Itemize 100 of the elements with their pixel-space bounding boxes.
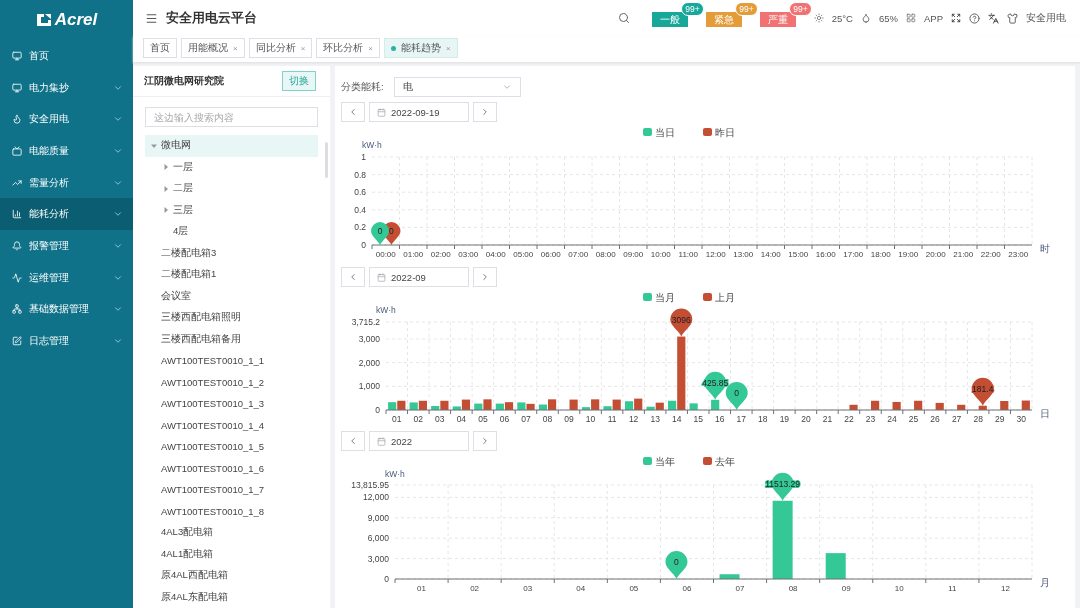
tree-item[interactable]: 三楼西配电箱备用: [145, 328, 318, 350]
tree-item[interactable]: AWT100TEST0010_1_1: [145, 350, 318, 372]
chevron-left-icon: [348, 436, 358, 446]
annotation: 0: [674, 556, 680, 567]
annotation: 0: [377, 226, 383, 237]
sidebar-item[interactable]: 运维管理: [0, 261, 133, 294]
axis-label: 23: [865, 414, 876, 424]
tree-item[interactable]: 4AL3配电箱: [145, 522, 318, 544]
sidebar-item[interactable]: 电力集抄: [0, 71, 133, 104]
sidebar-item[interactable]: 基础数据管理: [0, 293, 133, 326]
tree-item[interactable]: 会议室: [145, 285, 318, 307]
tree-item[interactable]: 二楼配电箱3: [145, 242, 318, 264]
shirt-icon[interactable]: [1007, 12, 1018, 24]
axis-label: 08:00: [595, 250, 616, 259]
search-icon[interactable]: [617, 12, 630, 24]
scrollbar[interactable]: [325, 142, 328, 178]
axis-label: 01: [417, 584, 426, 593]
calendar-icon: [377, 272, 386, 282]
value-pin: 181.4: [971, 377, 994, 406]
sidebar-item[interactable]: 安全用电: [0, 103, 133, 136]
app-link[interactable]: APP: [924, 12, 943, 24]
sidebar-item[interactable]: 日志管理: [0, 325, 133, 357]
axis-label: 10:00: [650, 250, 671, 259]
axis-label: 1: [361, 152, 366, 162]
axis-label: 03: [523, 584, 533, 593]
axis-label: 03: [435, 414, 445, 424]
date-field[interactable]: 2022-09: [369, 267, 469, 287]
sidebar-item[interactable]: 能耗分析: [0, 198, 133, 231]
page-tab[interactable]: 首页: [143, 38, 177, 58]
value-pin: 0: [665, 550, 688, 579]
axis-label: 06: [499, 414, 510, 424]
translate-icon[interactable]: [988, 12, 999, 24]
tree-item[interactable]: 二楼配电箱1: [145, 264, 318, 286]
tv-icon: [12, 145, 22, 156]
axis-label: 13: [650, 414, 660, 424]
axis-label: 6,000: [367, 533, 389, 544]
bar: [719, 574, 740, 579]
grid-icon[interactable]: [906, 13, 916, 23]
tree-item[interactable]: AWT100TEST0010_1_6: [145, 457, 318, 479]
axis-label: 20:00: [925, 250, 946, 259]
axis-label: 04: [576, 584, 586, 593]
tree-item[interactable]: 一层: [145, 156, 318, 178]
menu-icon[interactable]: [145, 11, 158, 25]
temperature-text: 25°C: [831, 12, 853, 24]
y-axis-unit: kW·h: [362, 140, 382, 150]
annotation: 3096: [671, 314, 692, 325]
tree-item[interactable]: 4层: [145, 221, 318, 243]
sidebar-item[interactable]: 首页: [0, 40, 133, 72]
tree-item[interactable]: 4AL1配电箱: [145, 543, 318, 565]
caret-right-icon: [162, 185, 169, 192]
drop-icon: [860, 13, 871, 23]
tree-item[interactable]: AWT100TEST0010_1_3: [145, 393, 318, 415]
tree-item[interactable]: AWT100TEST0010_1_8: [145, 500, 318, 522]
page-tab[interactable]: 环比分析 ×: [316, 38, 380, 58]
axis-label: 05: [478, 414, 488, 424]
sidebar-item[interactable]: 需量分析: [0, 166, 133, 199]
sidebar-item[interactable]: 报警管理: [0, 230, 133, 262]
user-name[interactable]: 安全用电: [1026, 11, 1066, 25]
axis-label: 19: [779, 414, 790, 424]
page-tab[interactable]: 用能概况 ×: [181, 38, 245, 58]
bar: [397, 400, 406, 410]
category-select[interactable]: 电: [393, 77, 521, 97]
x-axis-unit: 日: [1040, 408, 1050, 419]
bell-icon: [12, 240, 22, 251]
date-field[interactable]: 2022-09-19: [369, 102, 469, 122]
legend-label: 当日: [655, 127, 675, 138]
axis-label: 05: [629, 584, 639, 593]
calendar-icon: [377, 436, 386, 446]
axis-label: 3,000: [367, 553, 389, 564]
tree-item[interactable]: 二层: [145, 178, 318, 200]
tree-item[interactable]: AWT100TEST0010_1_7: [145, 479, 318, 501]
page-tab[interactable]: 能耗趋势 ×: [384, 38, 458, 58]
sidebar-item[interactable]: 电能质量: [0, 135, 133, 167]
axis-label: 0: [375, 405, 380, 415]
axis-label: 11: [607, 414, 617, 424]
tree-item[interactable]: 三楼西配电箱照明: [145, 307, 318, 329]
axis-label: 09:00: [623, 250, 644, 259]
search-field[interactable]: 这边输入搜索内容: [145, 107, 318, 127]
axis-label: 01:00: [403, 250, 424, 259]
tree-item[interactable]: AWT100TEST0010_1_5: [145, 436, 318, 458]
help-icon[interactable]: [969, 12, 980, 24]
tree-item[interactable]: 三层: [145, 199, 318, 221]
axis-label: 07: [521, 414, 531, 424]
axis-label: 9,000: [367, 512, 389, 523]
tree-item[interactable]: 原4AL东配电箱: [145, 586, 318, 608]
axis-label: 16:00: [815, 250, 836, 259]
axis-label: 06:00: [540, 250, 561, 259]
page-tab[interactable]: 同比分析 ×: [248, 38, 313, 58]
axis-label: 18: [758, 414, 768, 424]
axis-label: 11:00: [678, 250, 698, 259]
tree-item[interactable]: AWT100TEST0010_1_4: [145, 414, 318, 436]
axis-label: 05:00: [513, 250, 534, 259]
axis-label: 22:00: [980, 250, 1001, 259]
tree-item[interactable]: 原4AL西配电箱: [145, 565, 318, 587]
tree-item[interactable]: 微电网: [145, 135, 318, 157]
tree-item[interactable]: AWT100TEST0010_1_2: [145, 371, 318, 393]
axis-label: 06: [682, 584, 692, 593]
date-field[interactable]: 2022: [369, 431, 469, 451]
bar: [957, 404, 966, 410]
fullscreen-icon[interactable]: [951, 13, 961, 23]
